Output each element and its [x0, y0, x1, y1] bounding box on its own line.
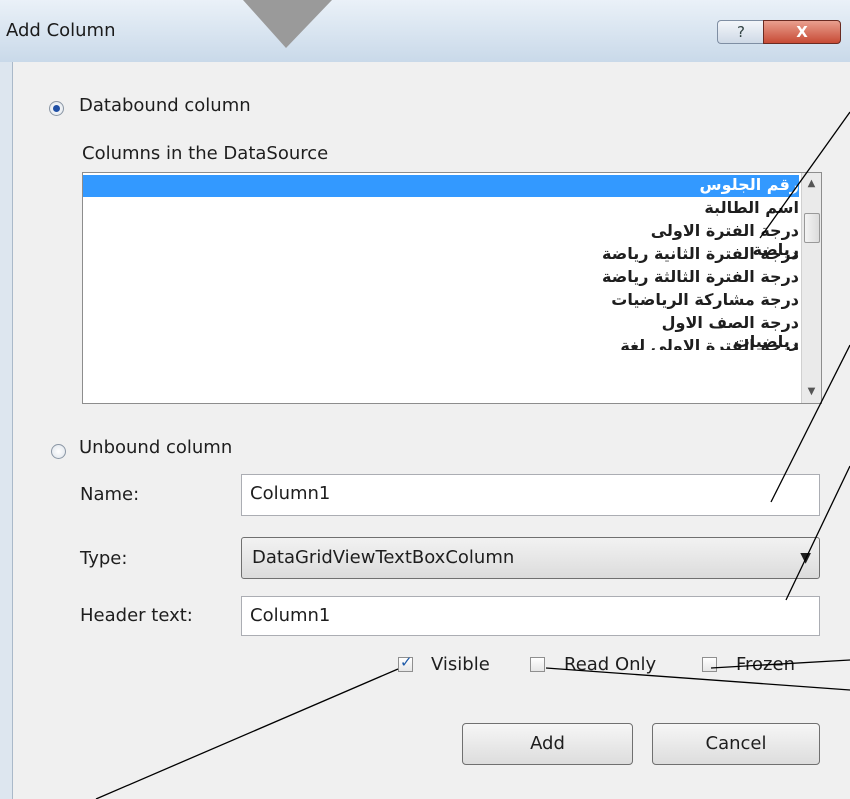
callout-line [710, 659, 850, 669]
callout-line [770, 344, 850, 503]
callout-line [785, 465, 850, 601]
callout-line [759, 111, 850, 239]
annotation-lines [95, 0, 850, 799]
top-pointer-shape [243, 0, 332, 48]
callout-line [95, 668, 399, 799]
callout-line [545, 667, 850, 691]
